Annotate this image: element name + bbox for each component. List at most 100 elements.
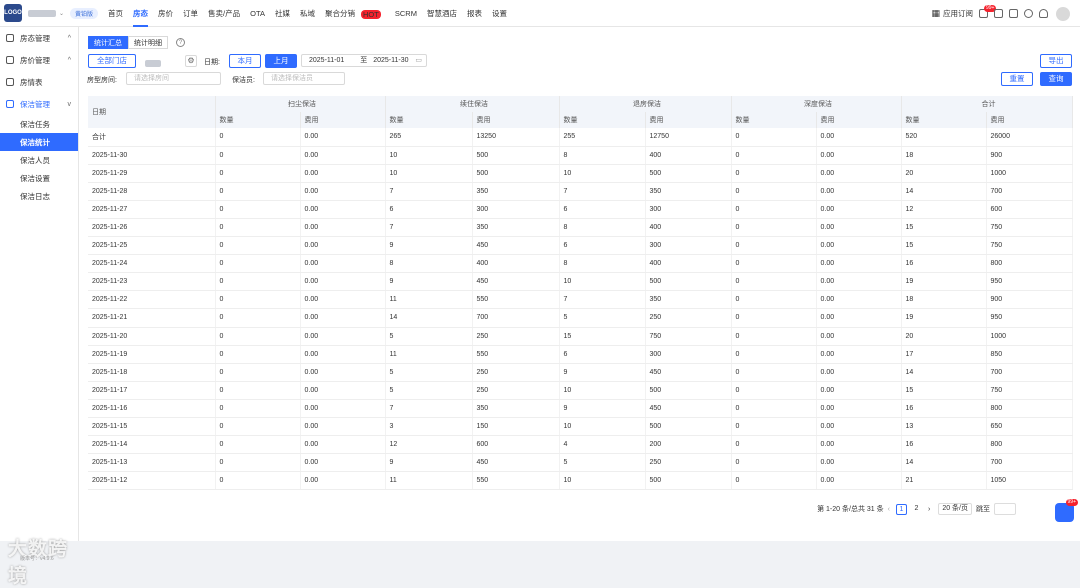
table-cell: 17 xyxy=(901,345,987,364)
table-cell: 10 xyxy=(559,164,646,183)
table-cell: 950 xyxy=(986,272,1073,292)
sidebar-item-2[interactable]: 房情表 xyxy=(0,71,78,93)
hotel-name-blurred[interactable] xyxy=(28,9,56,17)
qty-header: 数量 xyxy=(215,112,301,128)
table-cell: 5 xyxy=(385,363,473,382)
page-size-select[interactable]: 20 条/页 xyxy=(938,503,972,515)
table-group-header: 日期 扫尘保洁 续住保洁 退房保洁 深度保洁 合计 xyxy=(88,96,1073,128)
chevron-icon: v xyxy=(67,100,72,108)
app-subscribe-link[interactable]: 应用订阅 xyxy=(943,8,973,19)
sidebar-subitem-4[interactable]: 保洁日志 xyxy=(0,187,78,205)
table-cell: 5 xyxy=(559,453,646,473)
jump-input[interactable] xyxy=(994,503,1016,515)
nav-item-8[interactable]: 聚合分销 HOT xyxy=(325,0,385,27)
version-text: 版本号：v4.9.6 xyxy=(20,556,54,562)
page-1[interactable]: 1 xyxy=(895,503,907,515)
table-cell: 0 xyxy=(731,200,817,219)
table-cell: 0 xyxy=(731,363,817,382)
export-button[interactable]: 导出 xyxy=(1040,54,1072,68)
table-cell: 21 xyxy=(901,471,987,491)
last-month-button[interactable]: 上月 xyxy=(265,54,297,68)
nav-item-3[interactable]: 订单 xyxy=(183,0,198,27)
table-cell: 250 xyxy=(645,308,732,328)
app-grid-icon[interactable]: ▦ xyxy=(931,8,940,19)
nav-item-12[interactable]: 设置 xyxy=(492,0,507,27)
gear-icon[interactable]: ⚙ xyxy=(185,55,197,67)
table-cell: 10 xyxy=(559,417,646,437)
table-cell: 250 xyxy=(472,363,560,382)
table-cell: 合计 xyxy=(88,128,216,147)
table-cell: 0.00 xyxy=(300,363,386,382)
prev-page-icon[interactable]: ‹ xyxy=(888,506,890,513)
sidebar-subitem-2[interactable]: 保洁人员 xyxy=(0,151,78,169)
sidebar-item-3[interactable]: 保洁管理 v xyxy=(0,93,78,115)
sidebar-item-label: 保洁管理 xyxy=(20,99,50,109)
table-cell: 16 xyxy=(901,435,987,455)
tab-summary[interactable]: 统计汇总 xyxy=(88,36,128,49)
sidebar-subitem-3[interactable]: 保洁设置 xyxy=(0,169,78,187)
nav-item-6[interactable]: 社媒 xyxy=(275,0,290,27)
nav-item-5[interactable]: OTA xyxy=(250,0,265,27)
nav-item-2[interactable]: 房价 xyxy=(158,0,173,27)
chat-support-icon[interactable]: 99+ xyxy=(1055,499,1078,522)
table-cell: 1000 xyxy=(986,164,1073,183)
table-cell: 0.00 xyxy=(816,453,902,473)
edit-icon[interactable] xyxy=(1009,9,1018,18)
bell-icon[interactable] xyxy=(1039,9,1048,18)
nav-item-0[interactable]: 首页 xyxy=(108,0,123,27)
sidebar-item-label: 房情表 xyxy=(20,77,43,87)
download-icon[interactable] xyxy=(994,9,1003,18)
this-month-button[interactable]: 本月 xyxy=(229,54,261,68)
nav-item-7[interactable]: 私域 xyxy=(300,0,315,27)
sidebar-item-1[interactable]: 房价管理 ^ xyxy=(0,49,78,71)
nav-item-1[interactable]: 房态 xyxy=(133,0,149,27)
table-cell: 350 xyxy=(472,218,560,238)
table-cell: 8 xyxy=(559,218,646,238)
sidebar: 房态管理 ^ 房价管理 ^ 房情表 保洁管理 v 保洁任务 保洁统计 保洁人员 保洁设置 保洁日志 大… xyxy=(0,27,79,587)
app-logo[interactable]: LOGO xyxy=(4,4,22,22)
table-cell: 2025-11-13 xyxy=(88,453,216,473)
nav-item-11[interactable]: 报表 xyxy=(467,0,482,27)
table-sub-header: 数量 费用 数量 费用 数量 费用 数量 费用 数量 费用 xyxy=(88,112,1073,128)
date-range-picker[interactable]: 2025-11-01 至 2025-11-30 ▭ xyxy=(301,54,427,67)
date-column-header: 日期 xyxy=(88,96,216,128)
table-cell: 0 xyxy=(731,327,817,346)
user-avatar[interactable] xyxy=(1056,6,1070,21)
table-cell: 700 xyxy=(986,453,1073,473)
table-cell: 12750 xyxy=(645,128,732,147)
query-button[interactable]: 查询 xyxy=(1040,72,1072,86)
table-cell: 0.00 xyxy=(816,218,902,238)
help-icon[interactable]: ? xyxy=(176,38,185,47)
nav-item-10[interactable]: 智慧酒店 xyxy=(427,0,457,27)
message-icon[interactable]: 99+ xyxy=(979,5,997,18)
table-row: 2025-11-17 0 0.00 5 250 10 500 0 0.00 15 750 xyxy=(88,381,1073,400)
table-cell: 6 xyxy=(385,200,473,219)
table-cell: 15 xyxy=(901,218,987,238)
table-cell: 10 xyxy=(559,381,646,400)
room-type-select[interactable]: 请选择房间 xyxy=(126,72,221,85)
sidebar-item-0[interactable]: 房态管理 ^ xyxy=(0,27,78,49)
sidebar-subitem-1[interactable]: 保洁统计 xyxy=(0,133,78,151)
hotel-dropdown-icon[interactable]: ⌄ xyxy=(59,10,64,17)
store-select-button[interactable]: 全部门店 xyxy=(88,54,136,68)
group-header: 合计 xyxy=(901,96,1073,112)
page-2[interactable]: 2 xyxy=(911,504,922,515)
tab-detail[interactable]: 统计明细 xyxy=(128,36,168,49)
sidebar-subitem-0[interactable]: 保洁任务 xyxy=(0,115,78,133)
fee-header: 费用 xyxy=(300,112,386,128)
table-cell: 0 xyxy=(731,164,817,183)
table-cell: 0.00 xyxy=(300,128,386,147)
headset-icon[interactable] xyxy=(1024,9,1033,18)
table-cell: 1050 xyxy=(986,471,1073,491)
next-page-icon[interactable]: › xyxy=(928,506,930,513)
main-content: 统计汇总 统计明细 ? 全部门店 ⚙ 日期: 本月 上月 2025-11-01 … xyxy=(79,27,1080,541)
table-cell: 200 xyxy=(645,435,732,455)
table-cell: 450 xyxy=(645,399,732,419)
reset-button[interactable]: 重置 xyxy=(1001,72,1033,86)
table-cell: 600 xyxy=(986,200,1073,219)
table-row: 2025-11-23 0 0.00 9 450 10 500 0 0.00 19 950 xyxy=(88,272,1073,292)
table-cell: 2025-11-19 xyxy=(88,345,216,364)
nav-item-9[interactable]: SCRM xyxy=(395,0,417,27)
nav-item-4[interactable]: 售卖/产品 xyxy=(208,0,240,27)
cleaner-select[interactable]: 请选择保洁员 xyxy=(263,72,345,85)
